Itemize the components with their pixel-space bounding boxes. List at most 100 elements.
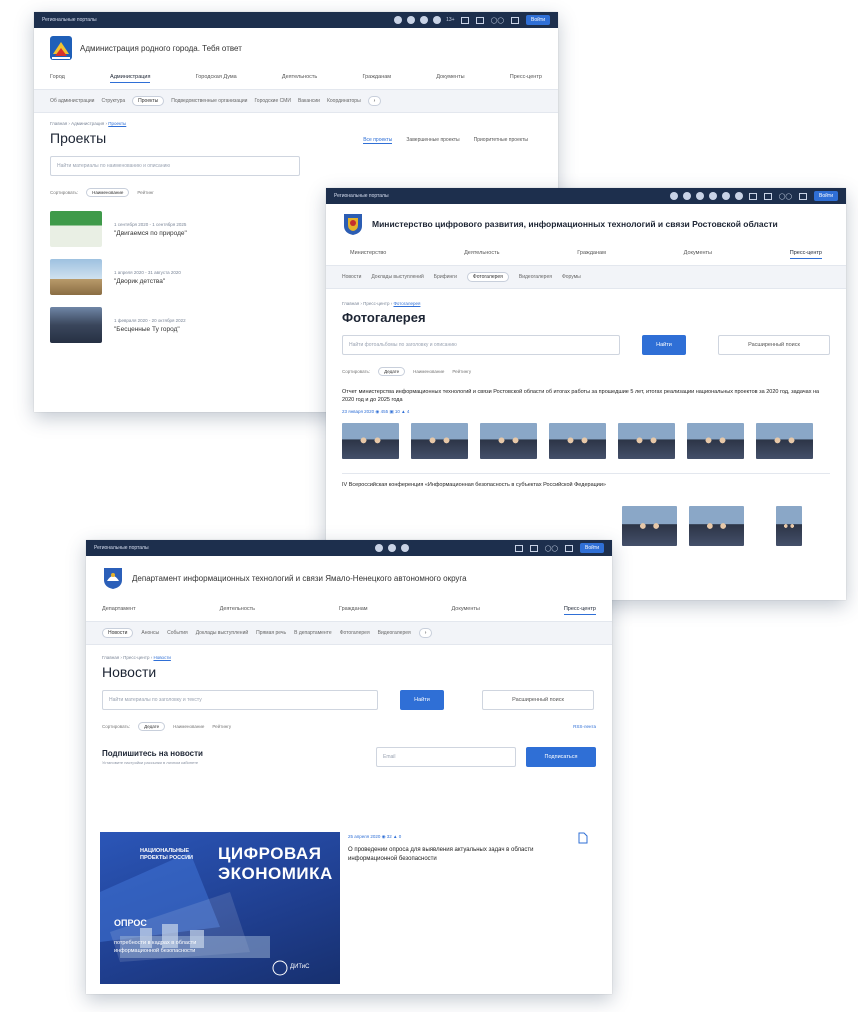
mail-icon[interactable] bbox=[763, 192, 772, 200]
org-name[interactable]: Администрация родного города. Тебя ответ bbox=[80, 44, 242, 53]
submenu-item[interactable]: Об администрации bbox=[50, 98, 94, 104]
menu-item[interactable]: Документы bbox=[436, 74, 464, 83]
menu-item[interactable]: Гражданам bbox=[577, 250, 606, 259]
org-name[interactable]: Министерство цифрового развития, информа… bbox=[372, 219, 778, 229]
photo-thumbnail[interactable] bbox=[687, 422, 744, 459]
sort-name-button[interactable]: Наименование bbox=[86, 188, 130, 197]
regional-portals-link[interactable]: Региональные порталы bbox=[94, 545, 369, 551]
menu-item[interactable]: Министерство bbox=[350, 250, 386, 259]
submenu-item[interactable]: Брифинги bbox=[434, 274, 457, 280]
instagram-icon[interactable] bbox=[433, 16, 442, 24]
item-title[interactable]: "Двигаемся по природе" bbox=[114, 230, 187, 237]
album-title[interactable]: IV Всероссийская конференция «Информацио… bbox=[342, 472, 830, 488]
facebook-icon[interactable] bbox=[682, 192, 691, 200]
submenu-item[interactable]: Координаторы bbox=[327, 98, 361, 104]
search-icon[interactable] bbox=[799, 192, 807, 200]
menu-item[interactable]: Гражданам bbox=[362, 74, 391, 83]
regional-portals-link[interactable]: Региональные порталы bbox=[42, 17, 388, 23]
photo-thumbnail[interactable] bbox=[622, 505, 677, 546]
vk-icon[interactable] bbox=[394, 16, 403, 24]
item-title[interactable]: "Дворик детства" bbox=[114, 278, 181, 285]
menu-icon[interactable] bbox=[460, 16, 469, 24]
photo-thumbnail[interactable] bbox=[618, 422, 675, 459]
project-thumbnail[interactable] bbox=[50, 259, 102, 295]
ok-icon[interactable] bbox=[420, 16, 429, 24]
photo-thumbnail[interactable] bbox=[342, 422, 399, 459]
advanced-search-button[interactable]: Расширенный поиск bbox=[482, 690, 594, 710]
document-icon[interactable] bbox=[578, 832, 588, 844]
login-button[interactable]: Войти bbox=[580, 543, 604, 553]
menu-item[interactable]: Документы bbox=[452, 606, 480, 615]
twitter-icon[interactable] bbox=[695, 192, 704, 200]
submenu-item[interactable]: Вакансии bbox=[298, 98, 320, 104]
tab-priority[interactable]: Приоритетные проекты bbox=[474, 137, 528, 144]
facebook-icon[interactable] bbox=[407, 16, 416, 24]
photo-thumbnail[interactable] bbox=[776, 505, 802, 546]
login-button[interactable]: Войти bbox=[814, 191, 838, 201]
breadcrumb-link[interactable]: Пресс-центр bbox=[123, 655, 149, 660]
ok-icon[interactable] bbox=[387, 544, 396, 552]
sort-name-button[interactable]: Наименование bbox=[173, 724, 204, 729]
project-thumbnail[interactable] bbox=[50, 211, 102, 247]
mail-icon[interactable] bbox=[529, 544, 538, 552]
advanced-search-button[interactable]: Расширенный поиск bbox=[718, 335, 830, 355]
menu-item[interactable]: Документы bbox=[684, 250, 712, 259]
sort-date-button[interactable]: Дедате bbox=[378, 367, 406, 376]
submenu-item[interactable]: Доклады выступлений bbox=[371, 274, 423, 280]
menu-item[interactable]: Гражданам bbox=[339, 606, 368, 615]
submenu-item[interactable]: События bbox=[167, 630, 188, 636]
submenu-item[interactable]: Видеогалерея bbox=[519, 274, 552, 280]
telegram-icon[interactable] bbox=[734, 192, 743, 200]
search-icon[interactable] bbox=[565, 544, 573, 552]
submenu-item[interactable]: Видеогалерея bbox=[378, 630, 411, 636]
news-banner-image[interactable]: НАЦИОНАЛЬНЫЕ ПРОЕКТЫ РОССИИ ЦИФРОВАЯ ЭКО… bbox=[100, 832, 340, 984]
photo-thumbnail[interactable] bbox=[480, 422, 537, 459]
menu-item[interactable]: Городская Дума bbox=[196, 74, 237, 83]
album-title[interactable]: Отчет министерства информационных технол… bbox=[326, 384, 846, 409]
menu-item[interactable]: Департамент bbox=[102, 606, 136, 615]
menu-item[interactable]: Город bbox=[50, 74, 65, 83]
submenu-item[interactable]: Фотогалерея bbox=[340, 630, 370, 636]
menu-item[interactable]: Деятельность bbox=[282, 74, 317, 83]
photo-thumbnail[interactable] bbox=[756, 422, 813, 459]
org-name[interactable]: Департамент информационных технологий и … bbox=[132, 574, 467, 583]
mail-icon[interactable] bbox=[475, 16, 484, 24]
menu-item[interactable]: Деятельность bbox=[220, 606, 255, 615]
vk-icon[interactable] bbox=[374, 544, 383, 552]
photo-thumbnail[interactable] bbox=[411, 422, 468, 459]
subscribe-button[interactable]: Подписаться bbox=[526, 747, 596, 767]
submenu-item[interactable]: Форумы bbox=[562, 274, 581, 280]
item-title[interactable]: "Бесценные Ту город" bbox=[114, 326, 186, 333]
submenu-item-active[interactable]: Проекты bbox=[132, 96, 165, 106]
submenu-item[interactable]: Прямая речь bbox=[256, 630, 286, 636]
city-emblem-icon[interactable] bbox=[50, 36, 72, 60]
menu-item[interactable]: Пресс-центр bbox=[510, 74, 542, 83]
region-emblem-icon[interactable] bbox=[102, 566, 124, 590]
search-input[interactable]: Найти материалы по заголовку и тексту bbox=[102, 690, 378, 710]
accessibility-icon[interactable]: ◯◯ bbox=[545, 545, 558, 552]
accessibility-icon[interactable]: ◯◯ bbox=[491, 17, 504, 24]
facebook-icon[interactable] bbox=[400, 544, 409, 552]
submenu-item[interactable]: Новости bbox=[342, 274, 361, 280]
photo-thumbnail[interactable] bbox=[549, 422, 606, 459]
news-title[interactable]: О проведении опроса для выявления актуал… bbox=[348, 846, 578, 864]
sort-rating-button[interactable]: Рейтингу bbox=[212, 724, 231, 729]
regional-portals-link[interactable]: Региональные порталы bbox=[334, 193, 664, 199]
submenu-item[interactable]: Доклады выступлений bbox=[196, 630, 248, 636]
vk-icon[interactable] bbox=[669, 192, 678, 200]
submenu-item[interactable]: Городские СМИ bbox=[254, 98, 291, 104]
sort-date-button[interactable]: Дедате bbox=[138, 722, 166, 731]
submenu-item[interactable]: Анонсы bbox=[141, 630, 159, 636]
region-emblem-icon[interactable] bbox=[342, 212, 364, 236]
menu-item[interactable]: Деятельность bbox=[464, 250, 499, 259]
menu-item-active[interactable]: Пресс-центр bbox=[789, 250, 822, 259]
chevron-right-icon[interactable]: › bbox=[367, 96, 382, 106]
menu-item-active[interactable]: Администрация bbox=[110, 74, 151, 83]
search-input[interactable]: Найти материалы по наименованию и описан… bbox=[50, 156, 300, 176]
breadcrumb-link[interactable]: Пресс-центр bbox=[363, 301, 389, 306]
login-button[interactable]: Войти bbox=[526, 15, 550, 25]
tab-finished[interactable]: Завершенные проекты bbox=[406, 137, 459, 144]
breadcrumb-link[interactable]: Главная bbox=[102, 655, 119, 660]
tab-all[interactable]: Все проекты bbox=[363, 137, 393, 144]
submenu-item-active[interactable]: Новости bbox=[102, 628, 134, 638]
